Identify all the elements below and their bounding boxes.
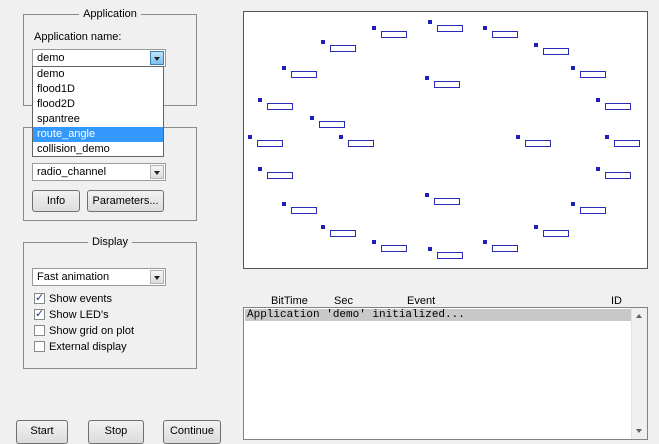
network-plot — [243, 11, 648, 269]
checkbox-empty-icon[interactable] — [34, 325, 45, 336]
dropdown-option-flood1d[interactable]: flood1D — [33, 82, 163, 97]
display-group-title: Display — [87, 236, 133, 248]
log-header-sec: Sec — [334, 295, 353, 307]
sensor-node — [596, 98, 634, 114]
dropdown-option-collision-demo[interactable]: collision_demo — [33, 142, 163, 157]
parameters-button[interactable]: Parameters... — [87, 190, 164, 212]
show-leds-label: Show LED's — [49, 309, 109, 321]
sensor-node — [571, 202, 609, 218]
application-dropdown-list: demo flood1D flood2D spantree route_angl… — [32, 66, 164, 157]
sensor-node — [372, 26, 410, 42]
sensor-node — [248, 135, 286, 151]
checkbox-empty-icon[interactable] — [34, 341, 45, 352]
sensor-node — [534, 225, 572, 241]
application-name-select[interactable]: demo — [32, 49, 166, 67]
sensor-node — [425, 193, 463, 209]
sensor-node — [596, 167, 634, 183]
application-name-label: Application name: — [34, 31, 122, 43]
external-display-checkbox[interactable]: External display — [34, 341, 127, 355]
radio-channel-select[interactable]: radio_channel — [32, 163, 166, 181]
info-button[interactable]: Info — [32, 190, 80, 212]
checkbox-checked-icon[interactable] — [34, 307, 45, 320]
sensor-node — [516, 135, 554, 151]
checkbox-checked-icon[interactable] — [34, 291, 45, 304]
sensor-node — [428, 20, 466, 36]
sensor-node — [258, 167, 296, 183]
show-events-label: Show events — [49, 293, 112, 305]
sensor-node — [483, 240, 521, 256]
sensor-node — [321, 225, 359, 241]
dropdown-option-spantree[interactable]: spantree — [33, 112, 163, 127]
radio-channel-value: radio_channel — [37, 166, 107, 178]
sensor-node — [310, 116, 348, 132]
chevron-down-icon[interactable] — [150, 270, 164, 284]
dropdown-option-flood2d[interactable]: flood2D — [33, 97, 163, 112]
display-mode-value: Fast animation — [37, 271, 110, 283]
scroll-down-icon[interactable] — [636, 429, 642, 433]
application-name-value: demo — [37, 52, 65, 64]
sensor-node — [258, 98, 296, 114]
log-header-id: ID — [611, 295, 622, 307]
external-display-label: External display — [49, 341, 127, 353]
sensor-node — [425, 76, 463, 92]
log-line[interactable]: Application 'demo' initialized... — [245, 309, 633, 321]
chevron-down-icon[interactable] — [150, 165, 164, 179]
sensor-node — [605, 135, 643, 151]
stop-button[interactable]: Stop — [88, 420, 144, 444]
chevron-down-icon[interactable] — [150, 51, 164, 65]
dropdown-option-demo[interactable]: demo — [33, 67, 163, 82]
sensor-node — [282, 202, 320, 218]
event-log[interactable]: Application 'demo' initialized... — [243, 307, 648, 440]
scroll-up-icon[interactable] — [636, 314, 642, 318]
show-leds-checkbox[interactable]: Show LED's — [34, 307, 109, 323]
display-mode-select[interactable]: Fast animation — [32, 268, 166, 286]
sensor-node — [571, 66, 609, 82]
dropdown-option-route-angle[interactable]: route_angle — [33, 127, 163, 142]
show-events-checkbox[interactable]: Show events — [34, 291, 112, 307]
sensor-node — [339, 135, 377, 151]
log-header-bittime: BitTime — [271, 295, 308, 307]
sensor-node — [321, 40, 359, 56]
sensor-node — [428, 247, 466, 263]
continue-button[interactable]: Continue — [163, 420, 221, 444]
sensor-node — [372, 240, 410, 256]
show-grid-checkbox[interactable]: Show grid on plot — [34, 325, 134, 339]
sensor-node — [534, 43, 572, 59]
log-header-event: Event — [407, 295, 436, 307]
show-grid-label: Show grid on plot — [49, 325, 134, 337]
application-group-title: Application — [79, 8, 141, 20]
start-button[interactable]: Start — [16, 420, 68, 444]
log-scrollbar[interactable] — [631, 308, 647, 439]
sensor-node — [483, 26, 521, 42]
sensor-node — [282, 66, 320, 82]
